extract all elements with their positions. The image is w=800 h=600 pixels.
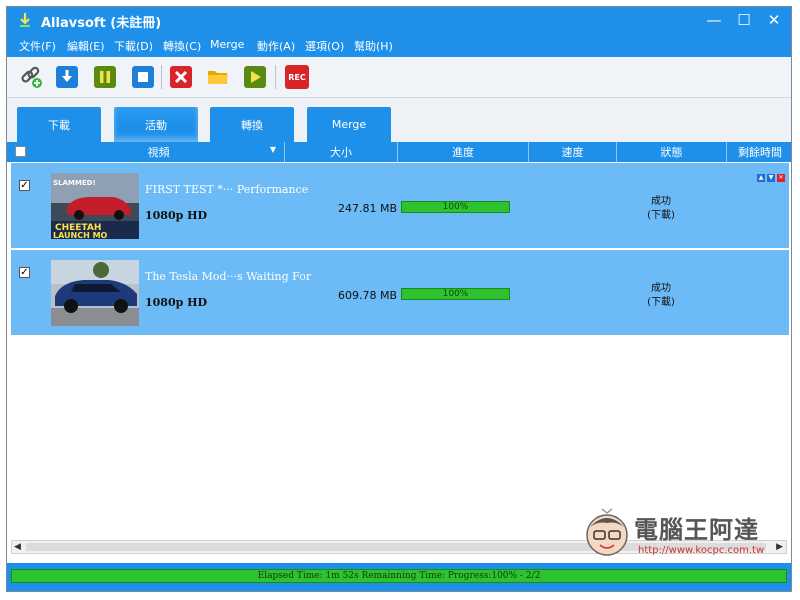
video-quality: 1080p HD — [145, 296, 208, 309]
status-text: 成功 — [651, 283, 671, 294]
row-checkbox[interactable]: ✓ — [19, 180, 30, 191]
status-cell: 成功 (下載) — [611, 195, 711, 223]
tab-download[interactable]: 下載 — [17, 107, 101, 142]
toolbar: REC — [7, 57, 791, 98]
menu-convert[interactable]: 轉換(C) — [163, 38, 201, 54]
status-subtext: (下載) — [647, 210, 675, 221]
table-row[interactable]: ✓ The Tesla Mod···s Waiting For 1080p HD… — [11, 250, 789, 335]
column-remaining-time[interactable]: 剩餘時間 — [727, 142, 791, 162]
video-quality: 1080p HD — [145, 209, 208, 222]
table-header: 視頻 ▼ 大小 進度 速度 狀態 剩餘時間 — [7, 142, 791, 162]
title-bar[interactable]: Allavsoft (未註冊) — ☐ ✕ — [7, 7, 791, 33]
watermark-url: http://www.kocpc.com.tw — [638, 545, 765, 556]
table-row[interactable]: ✓ SLAMMED! CHEETAH LAUNCH MO FIRST TEST … — [11, 163, 789, 248]
progress-bar: 100% — [401, 288, 510, 300]
move-up-icon[interactable]: ▲ — [757, 174, 765, 182]
toolbar-separator — [161, 65, 162, 89]
progress-bar: 100% — [401, 201, 510, 213]
add-link-button[interactable] — [19, 65, 43, 89]
status-bar: Elapsed Time: 1m 52s Remainning Time: Pr… — [7, 563, 791, 591]
watermark: 電腦王阿達 http://www.kocpc.com.tw — [576, 505, 786, 565]
window-title: Allavsoft (未註冊) — [41, 16, 162, 31]
row-checkbox[interactable]: ✓ — [19, 267, 30, 278]
video-thumbnail: SLAMMED! CHEETAH LAUNCH MO — [51, 173, 139, 239]
tab-strip: 下載 活動 轉換 Merge — [7, 98, 791, 142]
open-folder-button[interactable] — [206, 65, 230, 89]
menu-options[interactable]: 選項(O) — [305, 38, 344, 54]
pause-button[interactable] — [93, 65, 117, 89]
file-size: 609.78 MB — [337, 289, 397, 302]
download-arrow-icon — [20, 13, 30, 27]
column-progress[interactable]: 進度 — [398, 142, 529, 162]
remove-icon[interactable]: ✕ — [777, 174, 785, 182]
scroll-left-icon[interactable]: ◀ — [14, 542, 21, 552]
close-button[interactable]: ✕ — [759, 7, 789, 33]
delete-button[interactable] — [169, 65, 193, 89]
toolbar-separator — [275, 65, 276, 89]
menu-merge[interactable]: Merge — [210, 38, 244, 51]
record-button[interactable]: REC — [285, 65, 309, 89]
file-size: 247.81 MB — [337, 202, 397, 215]
move-down-icon[interactable]: ▼ — [767, 174, 775, 182]
column-status[interactable]: 狀態 — [617, 142, 727, 162]
video-title: The Tesla Mod···s Waiting For — [145, 270, 312, 283]
menu-help[interactable]: 幫助(H) — [354, 38, 393, 54]
column-size[interactable]: 大小 — [285, 142, 398, 162]
status-text: 成功 — [651, 196, 671, 207]
menu-action[interactable]: 動作(A) — [257, 38, 295, 54]
tab-convert[interactable]: 轉換 — [210, 107, 294, 142]
select-all-checkbox[interactable] — [15, 146, 26, 157]
menu-file[interactable]: 文件(F) — [19, 38, 56, 54]
stop-button[interactable] — [131, 65, 155, 89]
play-button[interactable] — [243, 65, 267, 89]
tab-active[interactable]: 活動 — [114, 107, 198, 142]
sort-down-icon: ▼ — [269, 145, 276, 154]
video-thumbnail — [51, 260, 139, 326]
mascot-logo-icon — [586, 508, 628, 556]
video-title: FIRST TEST *··· Performance — [145, 183, 309, 196]
maximize-button[interactable]: ☐ — [729, 7, 759, 33]
column-speed[interactable]: 速度 — [529, 142, 617, 162]
thumbnail-caption: LAUNCH MO — [53, 231, 108, 239]
status-cell: 成功 (下載) — [611, 282, 711, 310]
tab-merge[interactable]: Merge — [307, 107, 391, 142]
watermark-text: 電腦王阿達 — [634, 516, 759, 544]
menu-download[interactable]: 下載(D) — [114, 38, 153, 54]
menu-bar: 文件(F) 編輯(E) 下載(D) 轉換(C) Merge 動作(A) 選項(O… — [7, 33, 791, 57]
menu-edit[interactable]: 編輯(E) — [67, 38, 105, 54]
overall-progress-bar: Elapsed Time: 1m 52s Remainning Time: Pr… — [11, 569, 787, 583]
thumbnail-caption: SLAMMED! — [53, 179, 96, 187]
status-subtext: (下載) — [647, 297, 675, 308]
download-button[interactable] — [55, 65, 79, 89]
minimize-button[interactable]: — — [699, 7, 729, 33]
column-video[interactable]: 視頻 ▼ — [33, 142, 285, 162]
